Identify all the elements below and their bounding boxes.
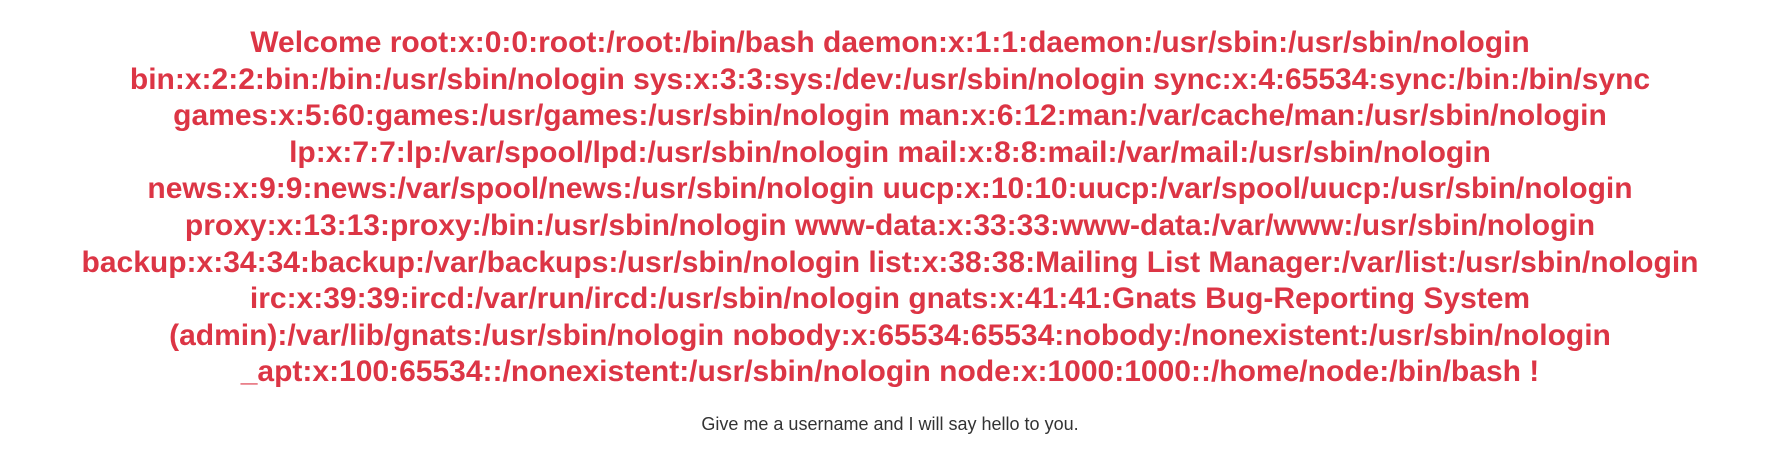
greeting-line: (admin):/var/lib/gnats:/usr/sbin/nologin… — [169, 318, 1611, 352]
greeting-line: _apt:x:100:65534::/nonexistent:/usr/sbin… — [240, 355, 1540, 389]
greeting-line: bin:x:2:2:bin:/bin:/usr/sbin/nologin sys… — [129, 62, 1651, 96]
greeting-line: games:x:5:60:games:/usr/games:/usr/sbin/… — [173, 99, 1607, 133]
greeting-line: Welcome root:x:0:0:root:/root:/bin/bash … — [250, 26, 1530, 59]
greeting-line: lp:x:7:7:lp:/var/spool/lpd:/usr/sbin/nol… — [289, 135, 1491, 169]
greeting-line: irc:x:39:39:ircd:/var/run/ircd:/usr/sbin… — [249, 282, 1531, 316]
page-content: Welcome root:x:0:0:root:/root:/bin/bash … — [0, 0, 1780, 436]
greeting-line: proxy:x:13:13:proxy:/bin:/usr/sbin/nolog… — [184, 208, 1596, 242]
greeting-line: news:x:9:9:news:/var/spool/news:/usr/sbi… — [147, 172, 1633, 206]
greeting-heading: Welcome root:x:0:0:root:/root:/bin/bash … — [0, 25, 1780, 391]
greeting-line: backup:x:34:34:backup:/var/backups:/usr/… — [81, 245, 1699, 279]
instruction-text: Give me a username and I will say hello … — [701, 413, 1079, 434]
